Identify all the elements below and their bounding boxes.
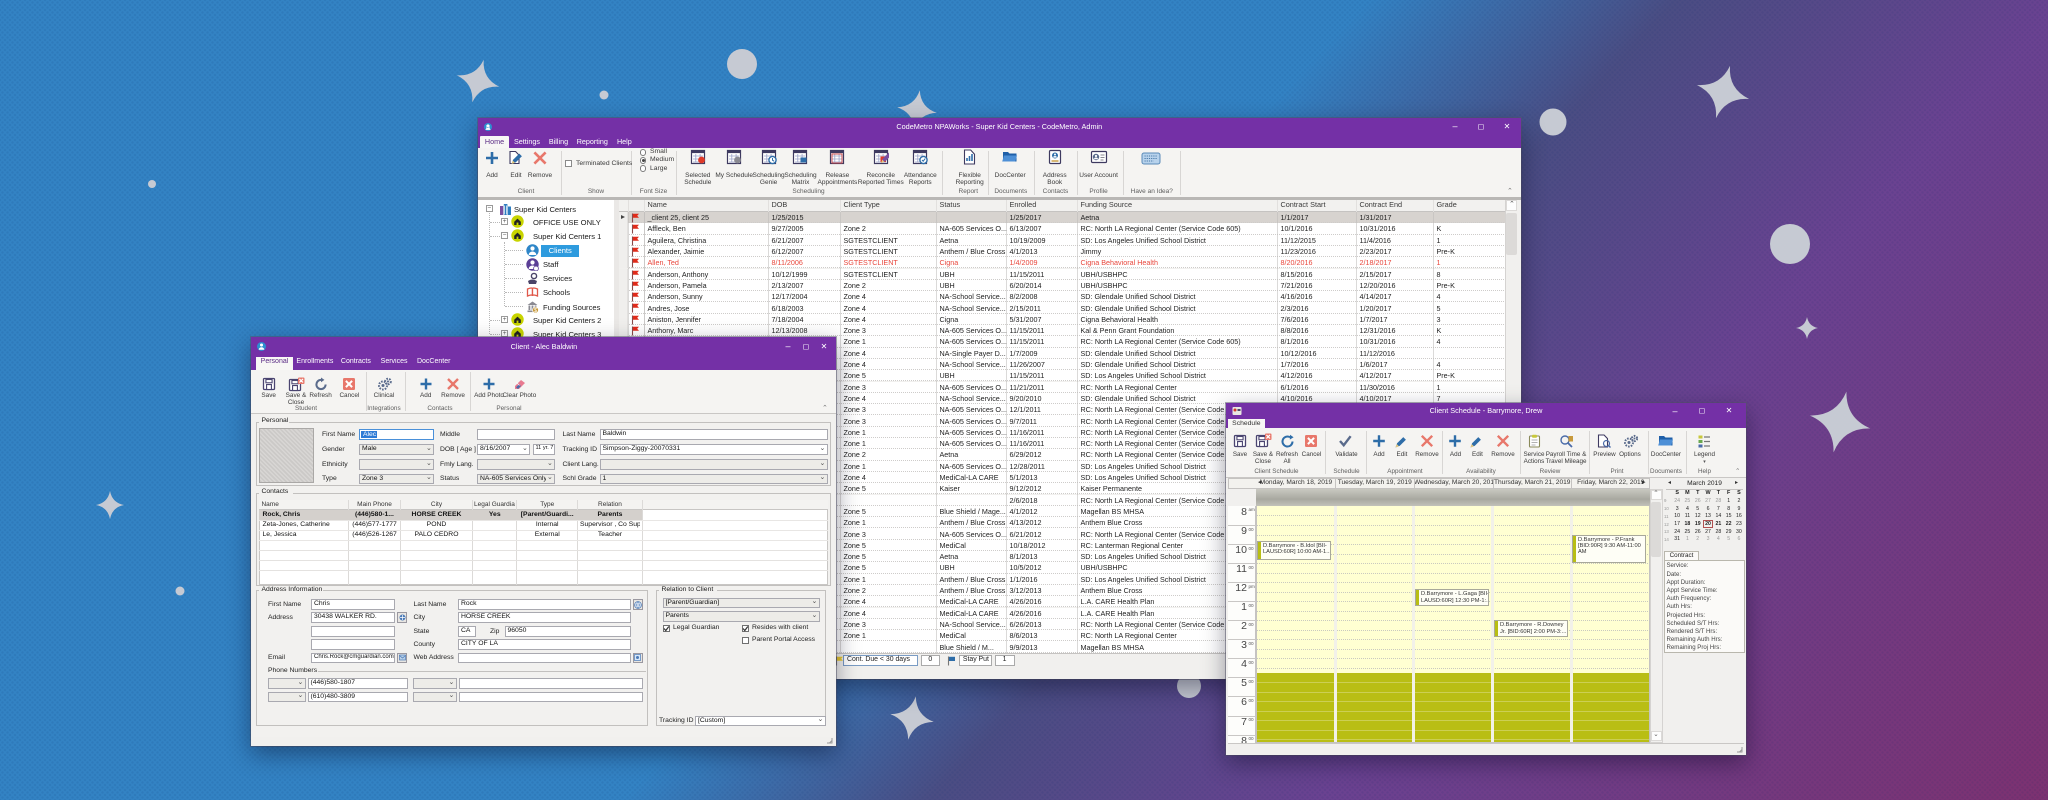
svg-text:$: $ [534, 308, 537, 313]
